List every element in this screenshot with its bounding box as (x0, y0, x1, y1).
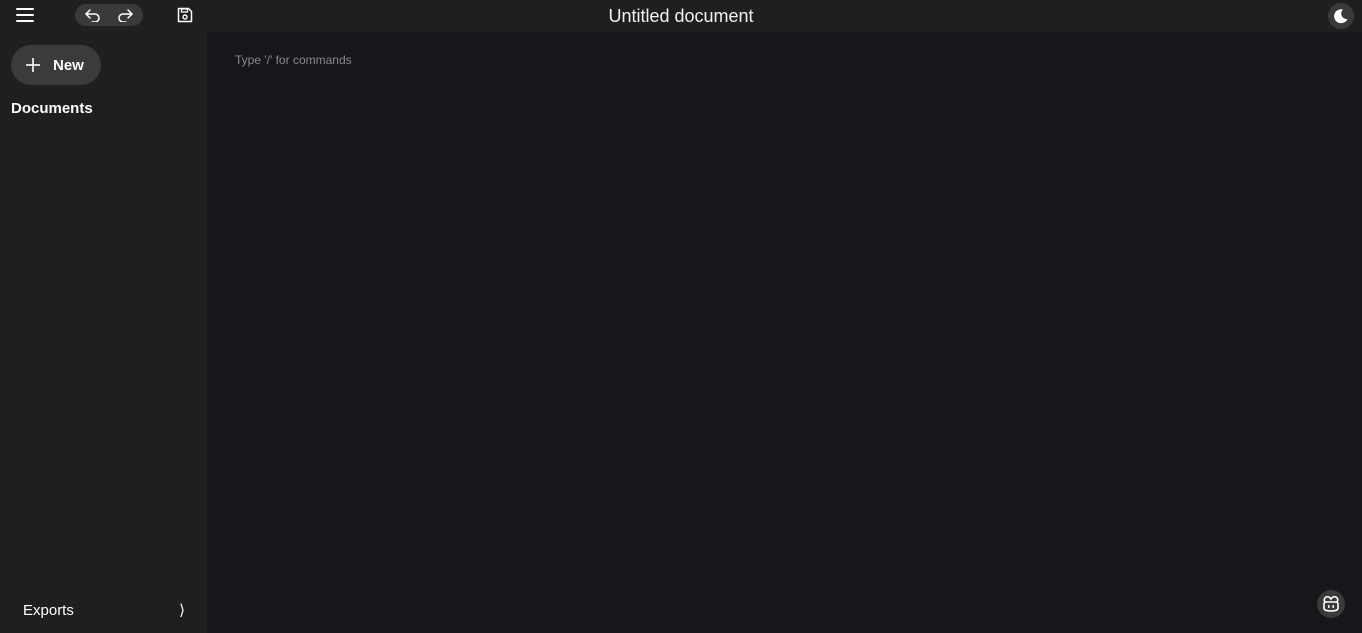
editor-area[interactable]: Type '/' for commands (207, 32, 1362, 633)
redo-button[interactable] (114, 4, 136, 26)
top-bar: Untitled document (0, 0, 1362, 32)
copilot-icon (1323, 595, 1339, 612)
sidebar: New Documents Exports ⟩ (0, 32, 207, 633)
redo-icon (118, 9, 133, 22)
new-document-button[interactable]: New (11, 45, 101, 85)
new-button-label: New (53, 56, 84, 74)
save-icon (177, 7, 193, 23)
undo-icon (85, 9, 100, 22)
chevron-right-icon: ⟩ (179, 602, 185, 619)
save-button[interactable] (174, 4, 196, 26)
exports-section-toggle[interactable]: Exports ⟩ (11, 597, 197, 623)
documents-heading: Documents (11, 100, 93, 117)
plus-icon (25, 57, 41, 73)
app-window: Untitled document New Documents Exports … (0, 0, 1362, 633)
document-title[interactable]: Untitled document (481, 5, 881, 27)
moon-icon (1334, 9, 1348, 24)
undo-button[interactable] (82, 4, 104, 26)
exports-label: Exports (23, 601, 74, 619)
hamburger-menu-icon (16, 8, 34, 22)
assistant-button[interactable] (1317, 590, 1345, 618)
theme-toggle-button[interactable] (1328, 3, 1354, 29)
editor-placeholder: Type '/' for commands (235, 53, 352, 67)
menu-button[interactable] (12, 4, 38, 26)
